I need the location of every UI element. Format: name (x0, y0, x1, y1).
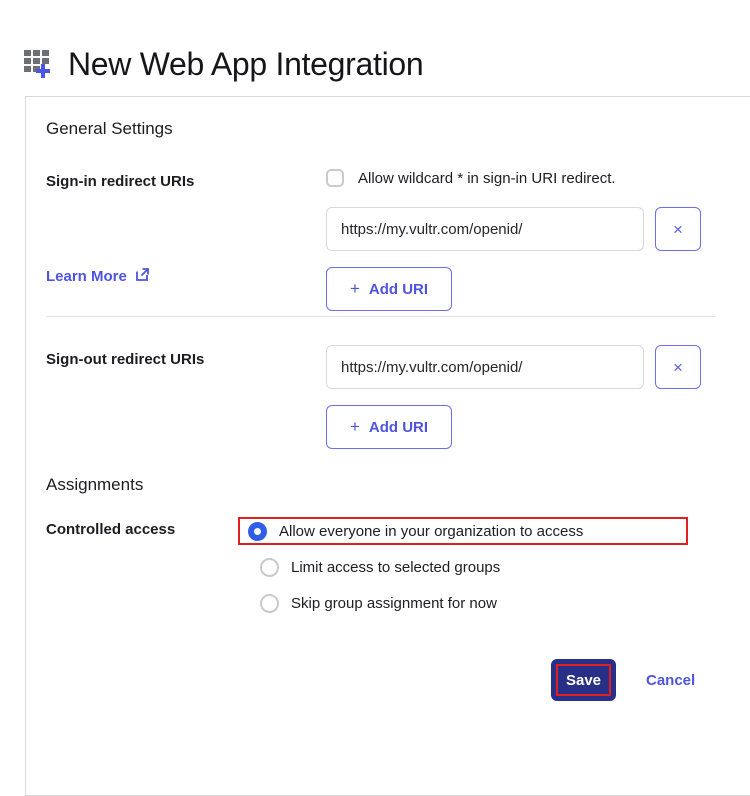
signout-add-uri-label: Add URI (368, 418, 429, 436)
page-title: New Web App Integration (68, 46, 424, 82)
signin-add-uri-button[interactable]: + Add URI (326, 267, 452, 311)
signin-redirect-uris-label: Sign-in redirect URIs (46, 173, 195, 190)
signin-add-uri-label: Add URI (368, 280, 429, 298)
signin-redirect-uris-row: Sign-in redirect URIs Allow wildcard * i… (46, 167, 716, 311)
external-link-icon (135, 267, 150, 286)
radio-skip-assignment-indicator[interactable] (260, 593, 279, 613)
allow-wildcard-checkbox[interactable] (326, 169, 344, 187)
radio-option-limit-groups[interactable]: Limit access to selected groups (246, 553, 716, 581)
controlled-access-options: Allow everyone in your organization to a… (238, 517, 716, 617)
cancel-button[interactable]: Cancel (646, 672, 695, 689)
signout-uri-input[interactable] (326, 345, 644, 389)
signout-uri-row: × (326, 345, 716, 389)
plus-icon: + (349, 416, 360, 436)
signout-uri-remove-button[interactable]: × (655, 345, 701, 389)
plus-icon: + (349, 278, 360, 298)
assignments-heading: Assignments (46, 475, 144, 494)
signout-redirect-uris-row: Sign-out redirect URIs × + Add URI (46, 345, 716, 449)
radio-allow-everyone-indicator[interactable] (248, 521, 267, 541)
controlled-access-row: Controlled access Allow everyone in your… (46, 517, 716, 617)
signout-redirect-uris-control: × + Add URI (326, 345, 716, 449)
app-grid-plus-icon (24, 49, 58, 79)
form-actions: Save Cancel (46, 659, 716, 701)
save-button[interactable]: Save (551, 659, 616, 701)
learn-more-label: Learn More (46, 268, 127, 285)
signout-redirect-uris-label: Sign-out redirect URIs (46, 351, 205, 368)
signin-uri-input[interactable] (326, 207, 644, 251)
radio-allow-everyone-label: Allow everyone in your organization to a… (279, 522, 584, 540)
radio-limit-groups-indicator[interactable] (260, 557, 279, 577)
general-settings-heading: General Settings (46, 119, 173, 138)
settings-card: General Settings Sign-in redirect URIs A… (25, 96, 750, 796)
signin-redirect-uris-control: Allow wildcard * in sign-in URI redirect… (326, 167, 716, 311)
learn-more-link[interactable]: Learn More (46, 267, 150, 286)
radio-option-skip-assignment[interactable]: Skip group assignment for now (246, 589, 716, 617)
signout-add-uri-button[interactable]: + Add URI (326, 405, 452, 449)
signin-uri-row: × (326, 207, 716, 251)
page-header: New Web App Integration (0, 0, 750, 96)
section-divider (46, 316, 716, 317)
controlled-access-label: Controlled access (46, 521, 176, 538)
signin-uri-remove-button[interactable]: × (655, 207, 701, 251)
allow-wildcard-checkbox-row[interactable]: Allow wildcard * in sign-in URI redirect… (326, 167, 716, 189)
radio-option-allow-everyone[interactable]: Allow everyone in your organization to a… (238, 517, 688, 545)
radio-limit-groups-label: Limit access to selected groups (291, 558, 501, 576)
allow-wildcard-label: Allow wildcard * in sign-in URI redirect… (358, 169, 616, 187)
radio-skip-assignment-label: Skip group assignment for now (291, 594, 497, 612)
